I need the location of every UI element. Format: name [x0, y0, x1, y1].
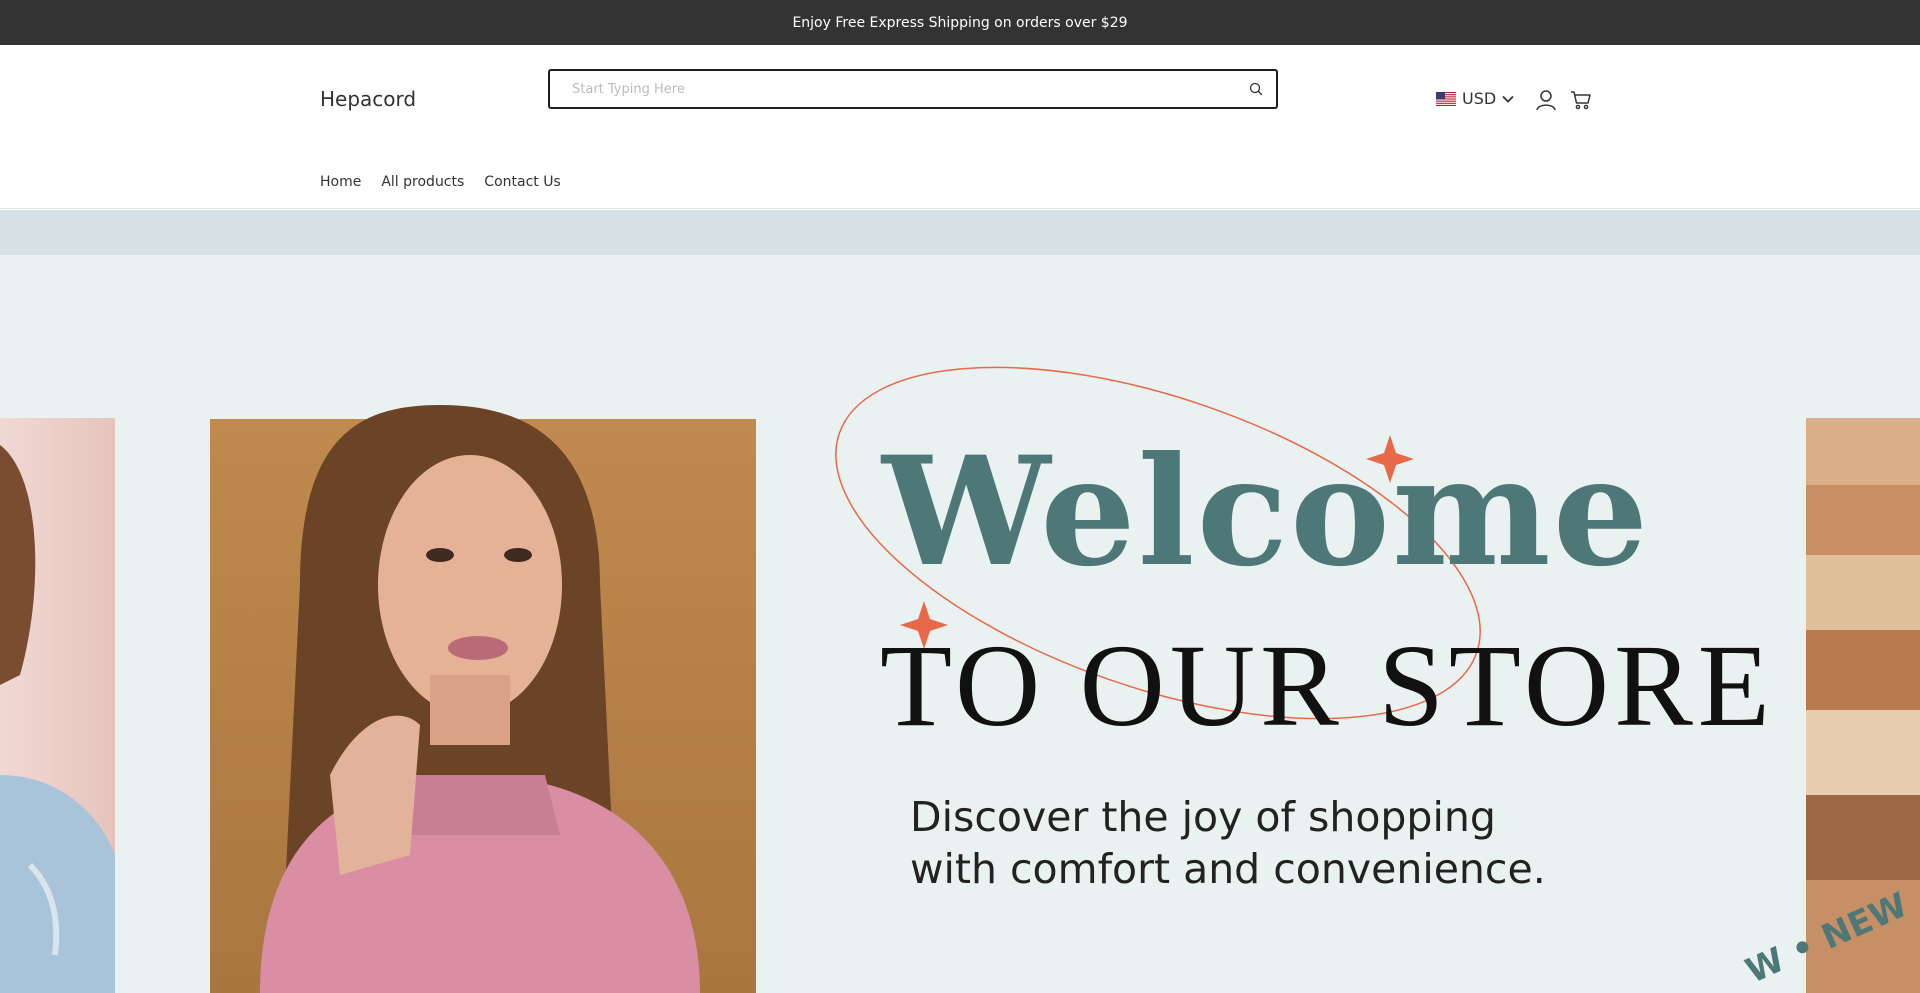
- search-input[interactable]: [550, 71, 1236, 107]
- cart-icon[interactable]: [1570, 89, 1592, 116]
- nav-item-all-products[interactable]: All products: [381, 174, 464, 190]
- model-image: [210, 405, 756, 993]
- user-icon[interactable]: [1535, 89, 1557, 116]
- search-icon: [1249, 82, 1263, 96]
- search-bar: [548, 69, 1278, 109]
- currency-selector[interactable]: USD: [1436, 89, 1514, 108]
- search-button[interactable]: [1236, 71, 1276, 107]
- hero-top-strip: [0, 210, 1920, 255]
- currency-label: USD: [1462, 89, 1497, 108]
- hero-subtitle: TO OUR STORE: [880, 620, 1775, 751]
- site-header: Hepacord USD: [0, 45, 1920, 209]
- announcement-text: Enjoy Free Express Shipping on orders ov…: [792, 14, 1128, 31]
- announcement-bar: Enjoy Free Express Shipping on orders ov…: [0, 0, 1920, 45]
- site-logo[interactable]: Hepacord: [320, 87, 416, 111]
- nav-item-contact-us[interactable]: Contact Us: [484, 174, 560, 190]
- chevron-down-icon: [1502, 95, 1514, 103]
- hero-title: Welcome: [882, 424, 1651, 600]
- hero-banner[interactable]: Welcome TO OUR STORE Discover the joy of…: [0, 255, 1920, 993]
- nav-item-home[interactable]: Home: [320, 174, 361, 190]
- main-nav: Home All products Contact Us: [320, 174, 561, 190]
- hero-tagline: Discover the joy of shopping with comfor…: [910, 793, 1546, 893]
- left-model-image: [0, 418, 115, 993]
- us-flag-icon: [1436, 91, 1456, 106]
